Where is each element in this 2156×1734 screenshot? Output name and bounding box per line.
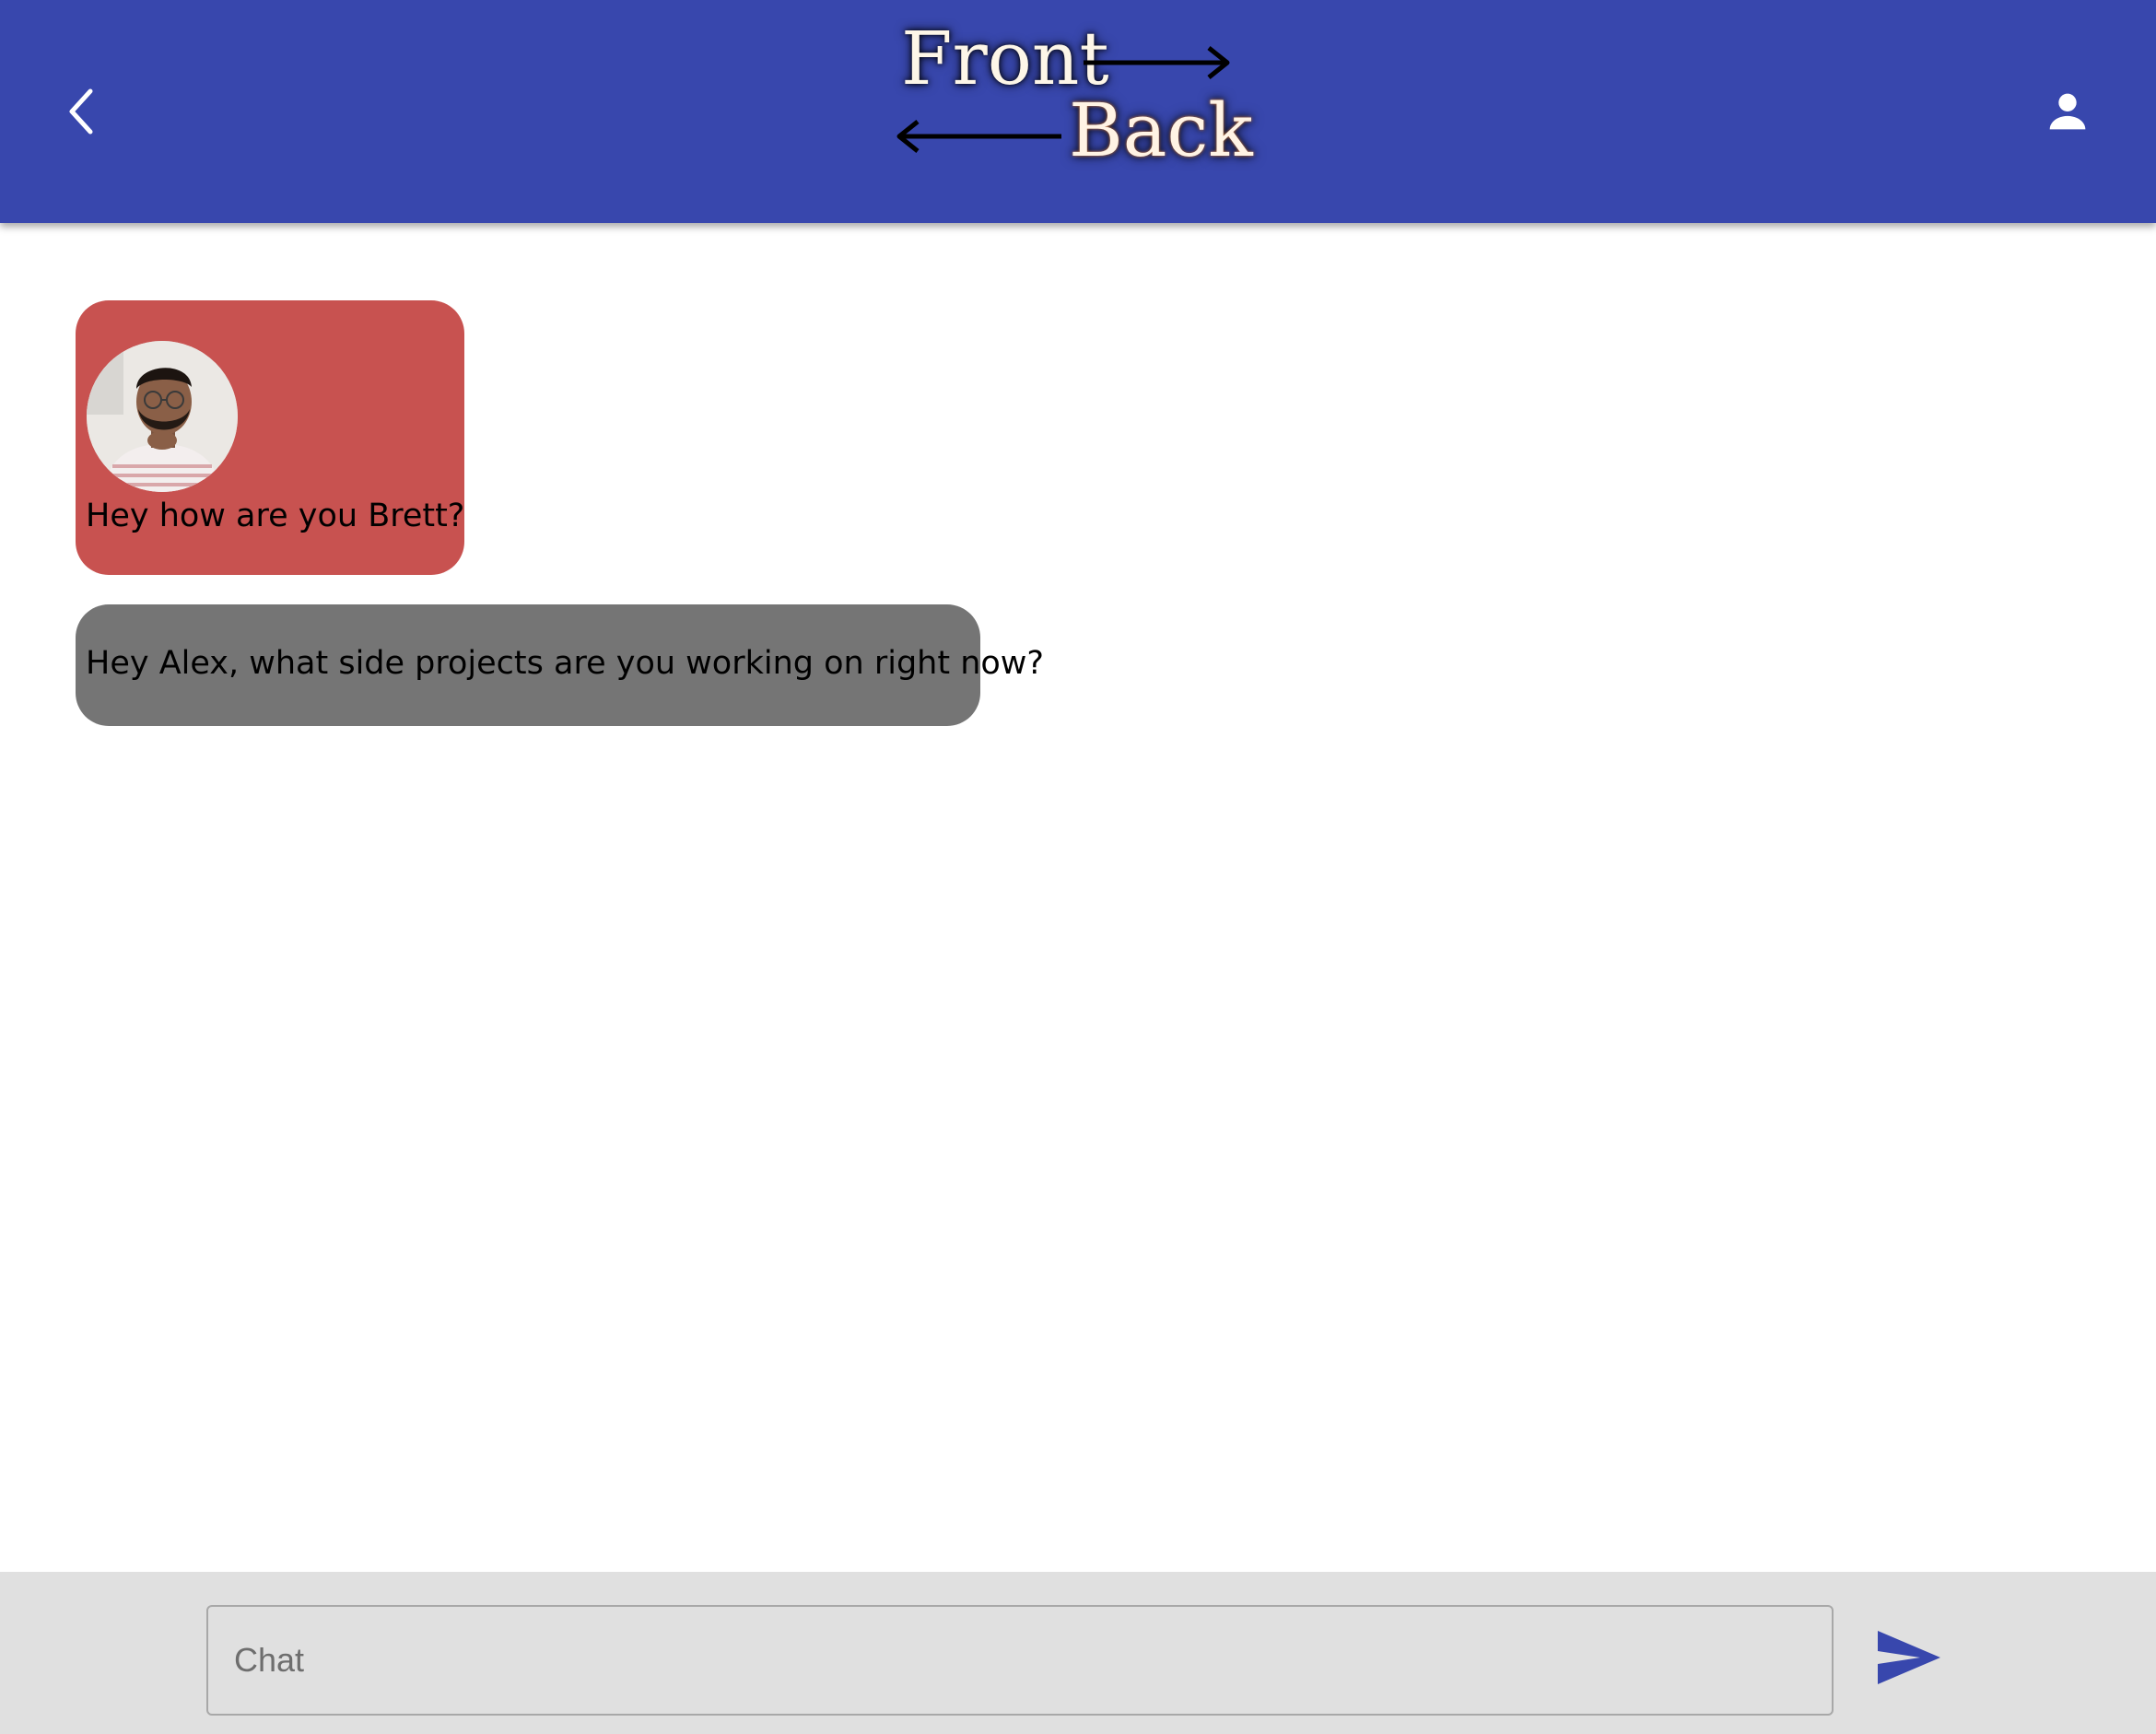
- send-button[interactable]: [1876, 1629, 1942, 1686]
- arrow-left-icon: [896, 120, 1061, 153]
- message-bubble-outgoing: Hey Alex, what side projects are you wor…: [76, 604, 1044, 726]
- send-icon: [1878, 1631, 1940, 1684]
- avatar-photo: [87, 341, 238, 492]
- logo-front-text: Front: [901, 16, 1109, 101]
- logo-back-text: Back: [1069, 88, 1253, 173]
- message-list: Hey how are you Brett? Hey Alex, what si…: [0, 223, 2156, 1572]
- avatar: [87, 341, 238, 492]
- message-text: Hey Alex, what side projects are you wor…: [86, 645, 1045, 682]
- back-button[interactable]: [55, 78, 111, 143]
- app-header: Front Back: [0, 0, 2156, 223]
- chevron-left-icon: [69, 88, 93, 135]
- message-text: Hey how are you Brett?: [86, 498, 465, 534]
- arrow-right-icon: [1084, 46, 1230, 79]
- chat-input[interactable]: [206, 1605, 1834, 1716]
- chat-app: Front Back Hey how are you Brett? Hey Al…: [0, 0, 2156, 1734]
- front-back-logo: Front Back: [885, 9, 1253, 175]
- message-bubble-incoming: Hey how are you Brett?: [76, 300, 464, 575]
- profile-button[interactable]: [2041, 85, 2094, 138]
- person-icon: [2049, 93, 2086, 130]
- message-composer: [0, 1572, 2156, 1734]
